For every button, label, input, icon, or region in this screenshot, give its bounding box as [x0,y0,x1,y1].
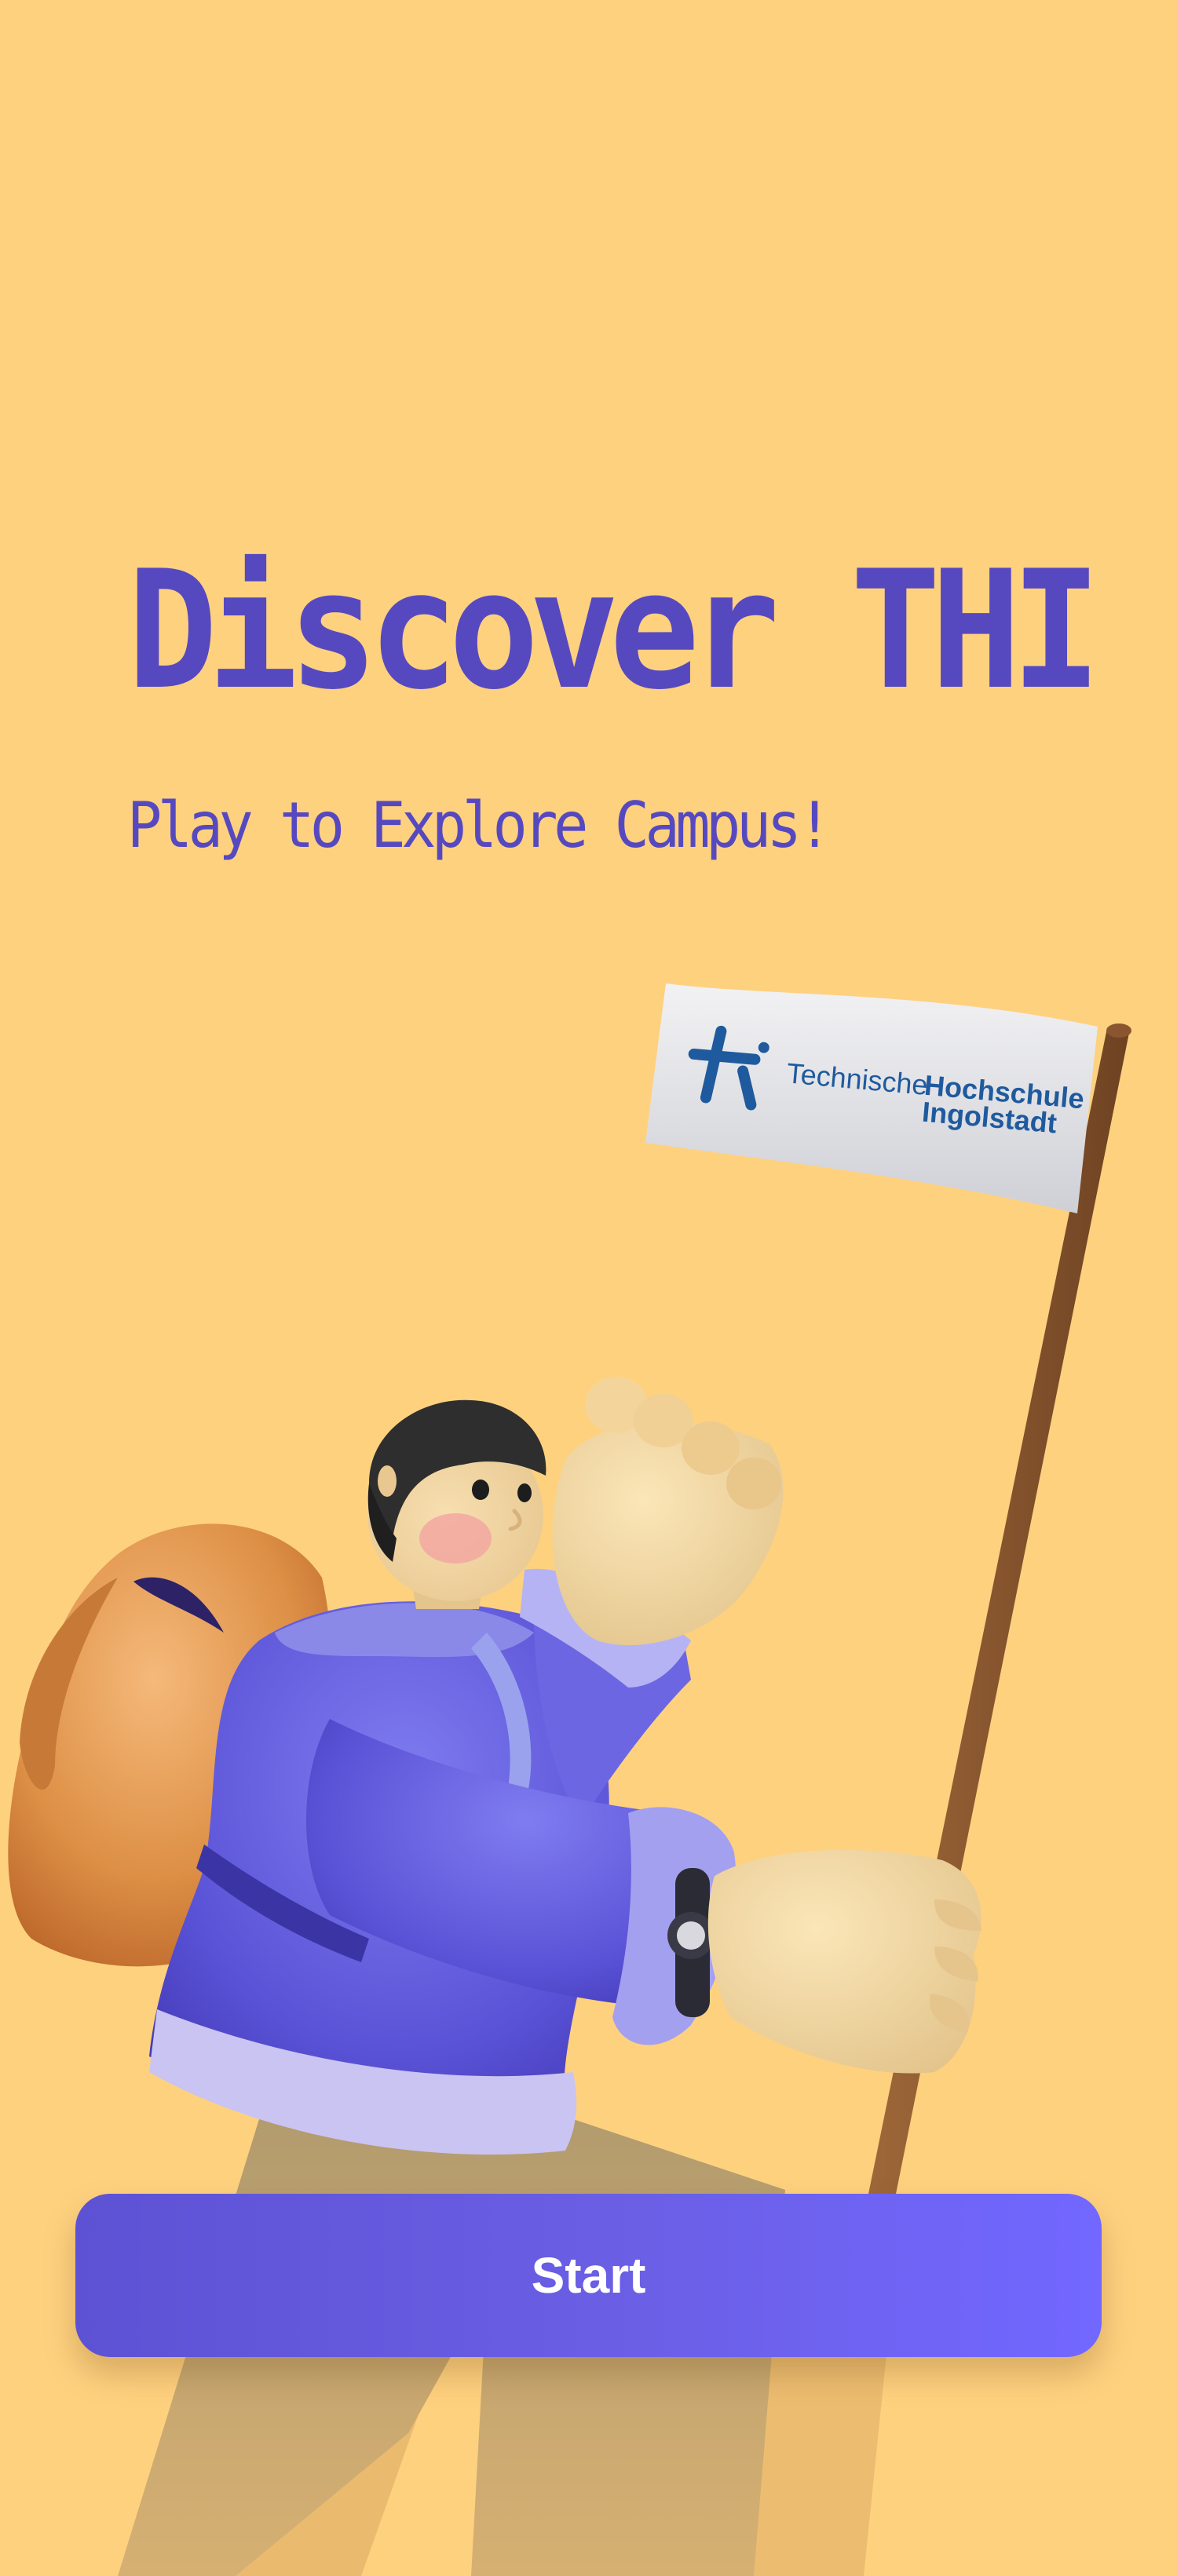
onboarding-screen: Discover THI Play to Explore Campus! Tec… [0,0,1177,2576]
page-title: Discover THI [127,536,1102,726]
page-subtitle: Play to Explore Campus! [127,789,832,862]
start-button-label: Start [531,2247,646,2304]
start-button[interactable]: Start [75,2194,1102,2357]
